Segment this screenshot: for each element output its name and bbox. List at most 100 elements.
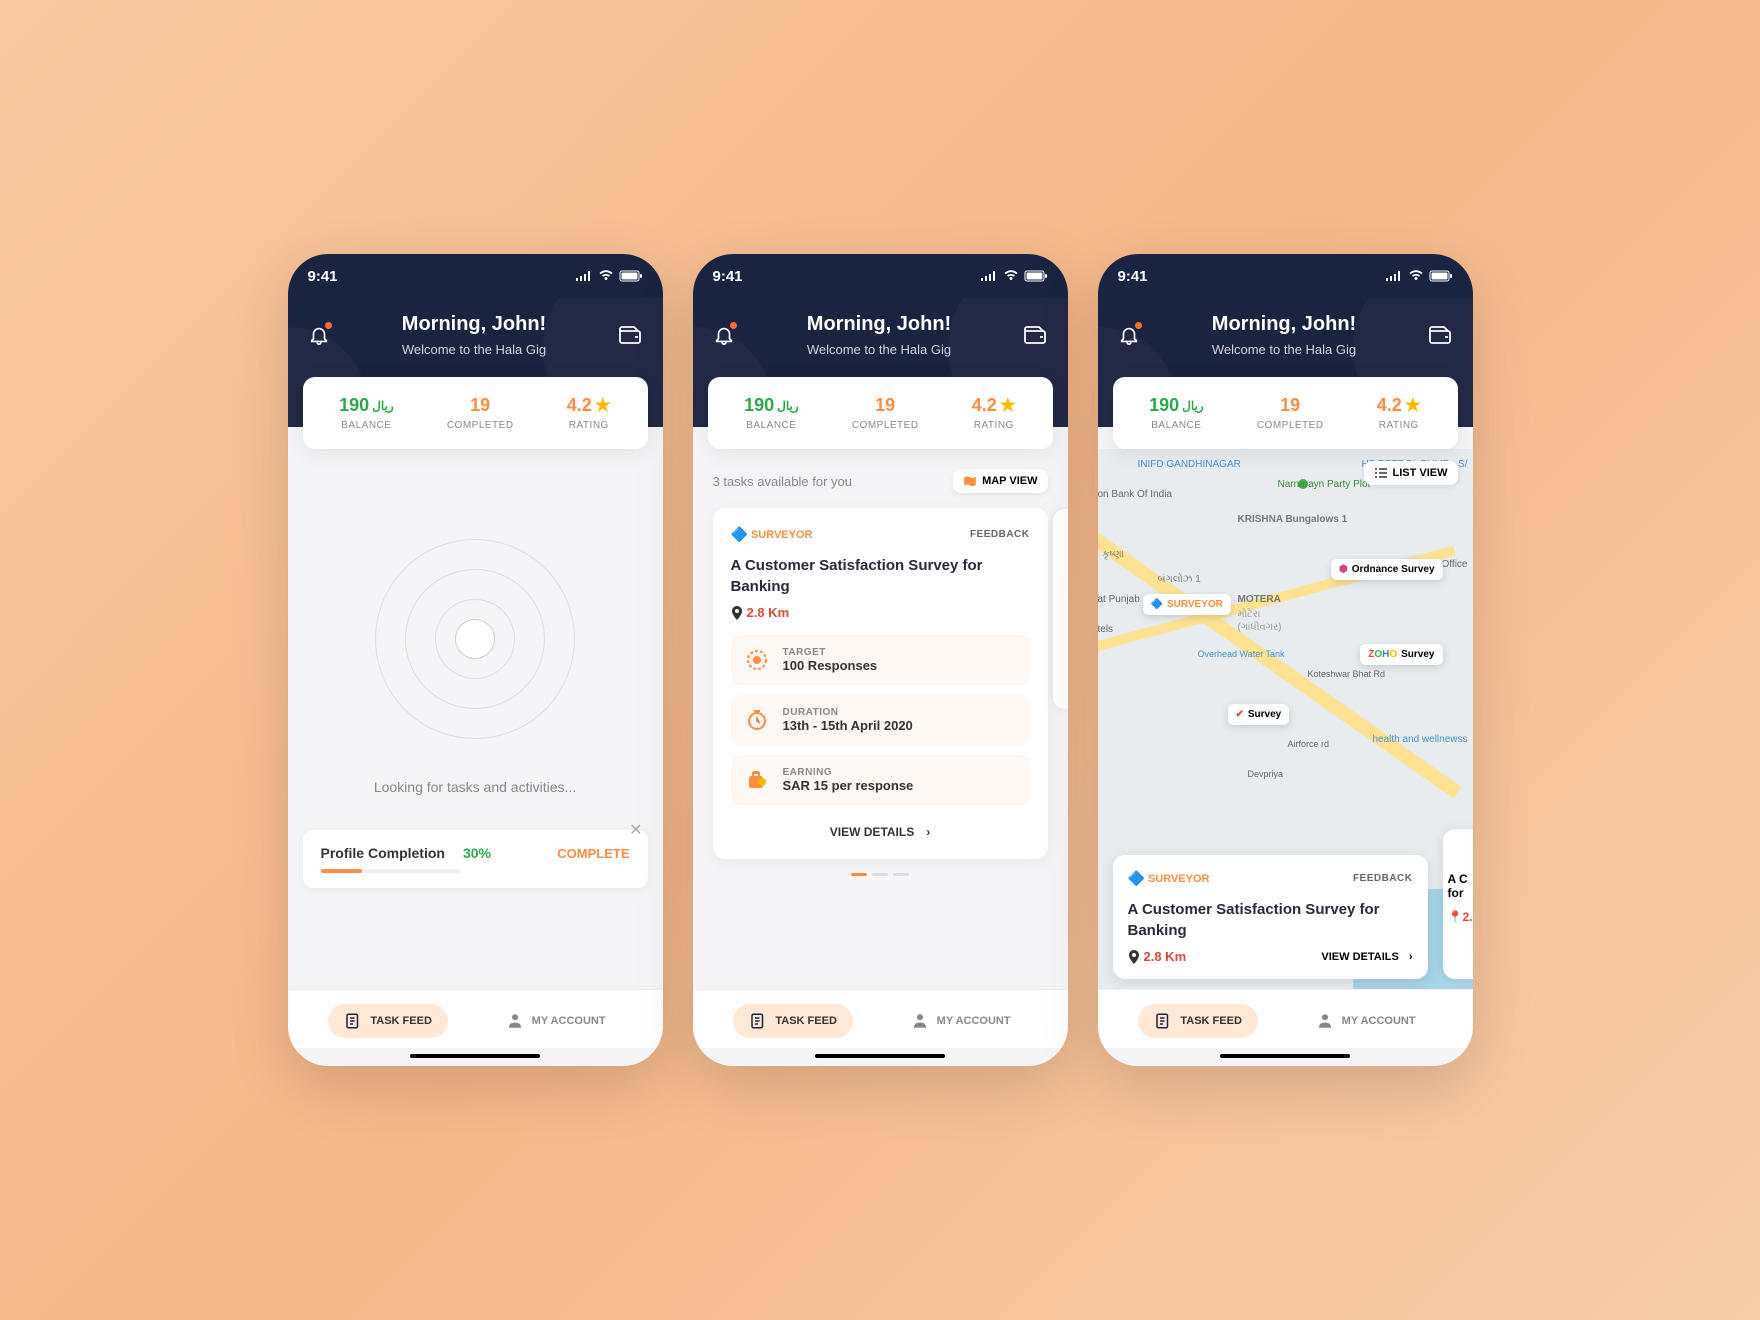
status-bar: 9:41 [1098,254,1473,298]
map-poi-label: INIFD GANDHINAGAR [1138,459,1241,470]
stat-rating: 4.2★ RATING [972,395,1016,431]
home-indicator[interactable] [410,1054,540,1058]
chevron-right-icon: › [926,825,930,839]
wallet-icon[interactable] [1023,325,1047,345]
next-card-peek[interactable]: A C for 📍2. [1443,829,1473,979]
greeting-title: Morning, John! [807,313,951,336]
map-view-button[interactable]: MAP VIEW [953,469,1047,493]
map-task-card[interactable]: 🔷SURVEYOR FEEDBACK A Customer Satisfacti… [1113,855,1428,979]
task-card[interactable]: 🔷SURVEYOR FEEDBACK A Customer Satisfacti… [713,508,1048,859]
clock-icon [745,708,769,732]
bottom-nav: TASK FEED MY ACCOUNT [693,989,1068,1048]
map-poi-label: on Bank Of India [1098,489,1173,500]
task-tag: FEEDBACK [1353,873,1413,884]
chevron-right-icon: › [1409,951,1413,963]
task-count: 3 tasks available for you [713,474,852,489]
signal-icon [575,270,593,282]
greeting: Morning, John! Welcome to the Hala Gig [1212,313,1356,357]
map-poi-label: at Punjab [1098,594,1140,605]
complete-button[interactable]: COMPLETE [557,846,629,861]
home-indicator[interactable] [1220,1054,1350,1058]
task-title: A Customer Satisfaction Survey for Banki… [731,555,1030,597]
task-list-header: 3 tasks available for you MAP VIEW [693,449,1068,508]
phone-screen-list: 9:41 Morning, John! Welcome to the Hala … [693,254,1068,1066]
wifi-icon [598,270,614,282]
list-view-button[interactable]: LIST VIEW [1364,461,1458,485]
pagination-dots [693,873,1068,876]
map-poi-label: MOTERA [1238,594,1281,605]
task-target: TARGET 100 Responses [731,635,1030,685]
status-time: 9:41 [1118,268,1148,285]
map-poi-label: Devpriya [1248,769,1284,779]
target-icon [745,648,769,672]
status-time: 9:41 [308,268,338,285]
status-time: 9:41 [713,268,743,285]
greeting-subtitle: Welcome to the Hala Gig [807,342,951,357]
status-bar: 9:41 [288,254,663,298]
map-pin-surveyor[interactable]: 🔷SURVEYOR [1143,594,1231,615]
map-pin-zoho[interactable]: ZOHOSurvey [1360,644,1442,665]
view-details-button[interactable]: VIEW DETAILS› [1321,951,1412,963]
wallet-icon[interactable] [1428,325,1452,345]
task-brand: 🔷SURVEYOR [731,526,813,543]
home-indicator[interactable] [815,1054,945,1058]
profile-label: Profile Completion [321,845,445,861]
stats-card: 190ريال BALANCE 19 COMPLETED 4.2★ RATING [708,377,1053,449]
account-icon [1316,1012,1334,1030]
nav-my-account[interactable]: MY ACCOUNT [895,1004,1027,1038]
greeting: Morning, John! Welcome to the Hala Gig [807,313,951,357]
stat-balance: 190ريال BALANCE [744,395,799,431]
view-details-button[interactable]: VIEW DETAILS › [731,815,1030,841]
profile-completion-card: ✕ Profile Completion 30% COMPLETE [303,830,648,888]
map-pin-survey[interactable]: ✔Survey [1228,704,1290,725]
map-poi-label: Koteshwar Bhat Rd [1308,669,1386,679]
stat-rating: 4.2★ RATING [1377,395,1421,431]
phone-screen-loading: 9:41 Morning, John! Welcome to the Hala … [288,254,663,1066]
task-duration: DURATION 13th - 15th April 2020 [731,695,1030,745]
battery-icon [1024,270,1048,282]
progress-bar [321,869,460,873]
map-poi-label: Overhead Water Tank [1198,649,1285,659]
money-icon [745,768,769,792]
wallet-icon[interactable] [618,325,642,345]
task-feed-icon [344,1012,362,1030]
nav-task-feed[interactable]: TASK FEED [328,1004,448,1038]
status-icons [980,270,1048,282]
loading-text: Looking for tasks and activities... [308,779,643,795]
next-card-peek[interactable] [1053,509,1068,709]
stat-rating: 4.2★ RATING [567,395,611,431]
task-title: A Customer Satisfaction Survey for Banki… [1128,899,1413,941]
map-poi-label: (ગાંધીવગર) [1238,622,1282,633]
greeting-title: Morning, John! [402,313,546,336]
account-icon [506,1012,524,1030]
phone-screen-map: 9:41 Morning, John! Welcome to the Hala … [1098,254,1473,1066]
stat-completed: 19 COMPLETED [1257,395,1324,431]
task-distance: 2.8 Km [731,605,1030,620]
nav-task-feed[interactable]: TASK FEED [1138,1004,1258,1038]
map-poi-label: મોટેરા [1238,609,1261,620]
list-icon [1374,467,1388,479]
greeting-title: Morning, John! [1212,313,1356,336]
radar-loading-icon [375,539,575,739]
close-icon[interactable]: ✕ [629,820,642,840]
map-pin-ordnance[interactable]: ⬢Ordnance Survey [1331,559,1443,580]
notification-bell-icon[interactable] [713,324,735,346]
nav-my-account[interactable]: MY ACCOUNT [490,1004,622,1038]
wifi-icon [1003,270,1019,282]
map-icon [963,475,977,487]
nav-my-account[interactable]: MY ACCOUNT [1300,1004,1432,1038]
nav-task-feed[interactable]: TASK FEED [733,1004,853,1038]
task-brand: 🔷SURVEYOR [1128,870,1210,887]
stat-completed: 19 COMPLETED [447,395,514,431]
account-icon [911,1012,929,1030]
notification-bell-icon[interactable] [1118,324,1140,346]
stats-card: 190ريال BALANCE 19 COMPLETED 4.2★ RATING [1113,377,1458,449]
task-earning: EARNING SAR 15 per response [731,755,1030,805]
map-poi-label: tels [1098,624,1114,635]
task-distance: 2.8 Km [1128,949,1187,964]
battery-icon [619,270,643,282]
bottom-nav: TASK FEED MY ACCOUNT [288,989,663,1048]
map-poi-label: બંગલોઝ 1 [1158,574,1201,585]
notification-bell-icon[interactable] [308,324,330,346]
signal-icon [1385,270,1403,282]
